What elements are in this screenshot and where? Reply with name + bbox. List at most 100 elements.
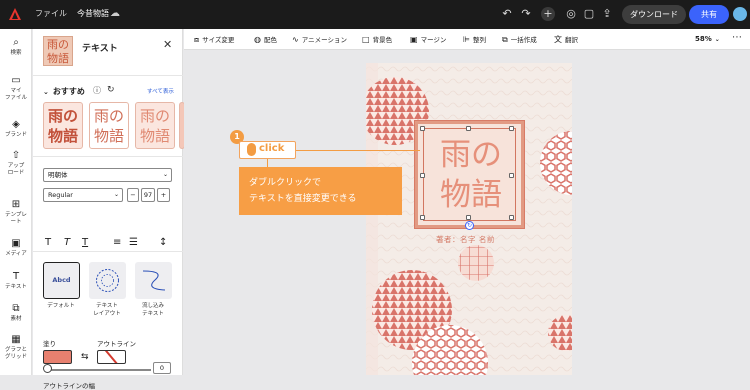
text-panel: 雨の 物語 テキスト ✕ ⌄ おすすめ ⓘ ↻ すべて表示 雨の 物語 雨の 物語 雨の… [33, 29, 185, 390]
font-size-decrease[interactable]: − [127, 188, 139, 202]
top-bar: ファイル 今昔物語 ☁ ↶ ↷ + ◎ ▢ ⇪ ダウンロード 共有 [0, 0, 750, 29]
resize-handle[interactable] [420, 173, 425, 178]
close-icon[interactable]: ✕ [163, 38, 172, 51]
outline-width-input[interactable]: 0 [153, 362, 171, 374]
resize-handle[interactable] [466, 215, 471, 220]
rail-brand[interactable]: ◈ ブランド [0, 119, 32, 139]
folder-icon: ▭ [11, 75, 21, 86]
app-logo-icon[interactable] [8, 7, 22, 21]
see-all-link[interactable]: すべて表示 [147, 87, 174, 95]
tool-translate[interactable]: 文翻訳 [554, 35, 578, 45]
more-icon[interactable]: ⋯ [732, 32, 742, 43]
download-button[interactable]: ダウンロード [622, 5, 686, 24]
resize-handle[interactable] [509, 215, 514, 220]
rotate-handle-icon[interactable]: ↻ [465, 221, 474, 230]
search-icon: ⌕ [13, 37, 19, 48]
tool-align[interactable]: ⊫ 整列 [463, 35, 486, 45]
fill-label: 塗り [43, 340, 56, 348]
rail-media[interactable]: ▣ メディア [0, 238, 32, 258]
avatar[interactable] [733, 7, 747, 21]
info-icon[interactable]: ⓘ [93, 85, 101, 96]
list-icon[interactable]: ☰ [129, 237, 138, 249]
redo-icon[interactable]: ↷ [519, 7, 533, 21]
callout-connector [296, 150, 420, 151]
rail-charts-grids[interactable]: ▦ グラフと グリッド [0, 334, 32, 361]
callout-note-line: テキストを直接変更できる [249, 194, 357, 204]
document-title[interactable]: 今昔物語 [77, 8, 109, 19]
share-button[interactable]: 共有 [689, 5, 729, 24]
rail-search[interactable]: ⌕ 検索 [0, 37, 32, 57]
text-style-icon[interactable]: T [45, 237, 51, 249]
lightbulb-icon[interactable]: ◎ [564, 7, 578, 21]
margin-icon: ▣ [410, 35, 418, 44]
swap-colors-icon[interactable]: ⇆ [81, 352, 89, 362]
resize-handle[interactable] [466, 126, 471, 131]
tool-label: マージン [420, 36, 447, 44]
underline-icon[interactable]: T [82, 237, 88, 249]
rail-templates[interactable]: ⊞ テンプレ ート [0, 199, 32, 226]
font-family-select[interactable]: 明朝体 ⌄ [43, 168, 172, 182]
rail-my-files[interactable]: ▭ マイ ファイル [0, 75, 32, 102]
upload-icon: ⇧ [11, 150, 21, 161]
shapes-icon: ⧉ [12, 303, 20, 314]
tool-label: サイズ変更 [202, 36, 235, 44]
layout-flow-text-card[interactable] [135, 262, 172, 299]
chevron-down-icon: ⌄ [43, 88, 49, 96]
comment-icon[interactable]: ▢ [582, 7, 596, 21]
rail-label: 検索 [10, 50, 22, 56]
text-style-card[interactable]: 雨の 物語 [135, 102, 175, 149]
rail-label: テキスト [5, 284, 27, 290]
font-size-increase[interactable]: + [157, 188, 170, 202]
poster-title-text[interactable]: 雨の 物語 [430, 135, 512, 215]
chevron-down-icon: ⌄ [162, 171, 168, 178]
add-person-icon[interactable]: + [541, 7, 555, 21]
font-weight-select[interactable]: Regular ⌄ [43, 188, 123, 202]
layout-flow-text-label: 流し込み テキスト [141, 303, 164, 317]
undo-icon[interactable]: ↶ [500, 7, 514, 21]
font-weight-value: Regular [48, 191, 73, 199]
outline-label: アウトライン [97, 340, 136, 348]
italic-icon[interactable]: T [64, 237, 70, 249]
file-menu[interactable]: ファイル [35, 8, 67, 19]
line-spacing-icon[interactable]: ↕ [159, 237, 167, 249]
cloud-sync-icon[interactable]: ☁ [110, 8, 122, 20]
background-icon: □ [362, 35, 370, 44]
resize-handle[interactable] [420, 126, 425, 131]
outline-width-slider-knob[interactable] [43, 364, 52, 373]
layout-default-card[interactable]: Abcd [43, 262, 80, 299]
divider [33, 156, 183, 157]
outline-color-swatch[interactable] [97, 350, 126, 364]
align-center-icon[interactable]: ≡ [113, 237, 121, 249]
rail-upload[interactable]: ⇧ アップ ロード [0, 150, 32, 177]
tool-margin[interactable]: ▣ マージン [410, 35, 446, 45]
share-link-icon[interactable]: ⇪ [600, 7, 614, 21]
resize-handle[interactable] [509, 126, 514, 131]
tool-background[interactable]: □ 背景色 [362, 35, 392, 45]
outline-width-slider-track[interactable] [47, 369, 151, 371]
resize-handle[interactable] [509, 173, 514, 178]
tool-resize[interactable]: ⧈ サイズ変更 [194, 35, 234, 45]
rail-label: テンプレ ート [5, 212, 27, 225]
rail-label: ブランド [4, 132, 27, 138]
layout-text-layout-card[interactable] [89, 262, 126, 299]
rail-label: アップ ロード [7, 163, 25, 176]
tool-animation[interactable]: ∿ アニメーション [292, 35, 347, 45]
text-style-card[interactable]: 雨の 物語 [43, 102, 83, 149]
rail-text[interactable]: T テキスト [0, 271, 32, 291]
zoom-value: 58% [695, 35, 712, 43]
refresh-icon[interactable]: ↻ [107, 85, 115, 95]
panel-title: テキスト [82, 44, 118, 54]
text-style-card[interactable]: 雨の 物語 [89, 102, 129, 149]
rail-elements[interactable]: ⧉ 素材 [0, 303, 32, 323]
fill-color-swatch[interactable] [43, 350, 72, 364]
mouse-icon [247, 143, 256, 156]
divider [33, 75, 183, 76]
poster-author-text[interactable]: 著者：名字 名前 [436, 234, 526, 245]
tool-palette[interactable]: ◍ 配色 [254, 35, 277, 45]
resize-handle[interactable] [420, 215, 425, 220]
recommended-toggle[interactable]: ⌄ おすすめ [43, 86, 85, 97]
tool-batch-create[interactable]: ⧉ 一括作成 [502, 35, 537, 45]
callout-note-line: ダブルクリックで [249, 178, 322, 188]
font-size-input[interactable]: 97 [141, 188, 155, 202]
zoom-select[interactable]: 58% ⌄ [695, 35, 720, 43]
